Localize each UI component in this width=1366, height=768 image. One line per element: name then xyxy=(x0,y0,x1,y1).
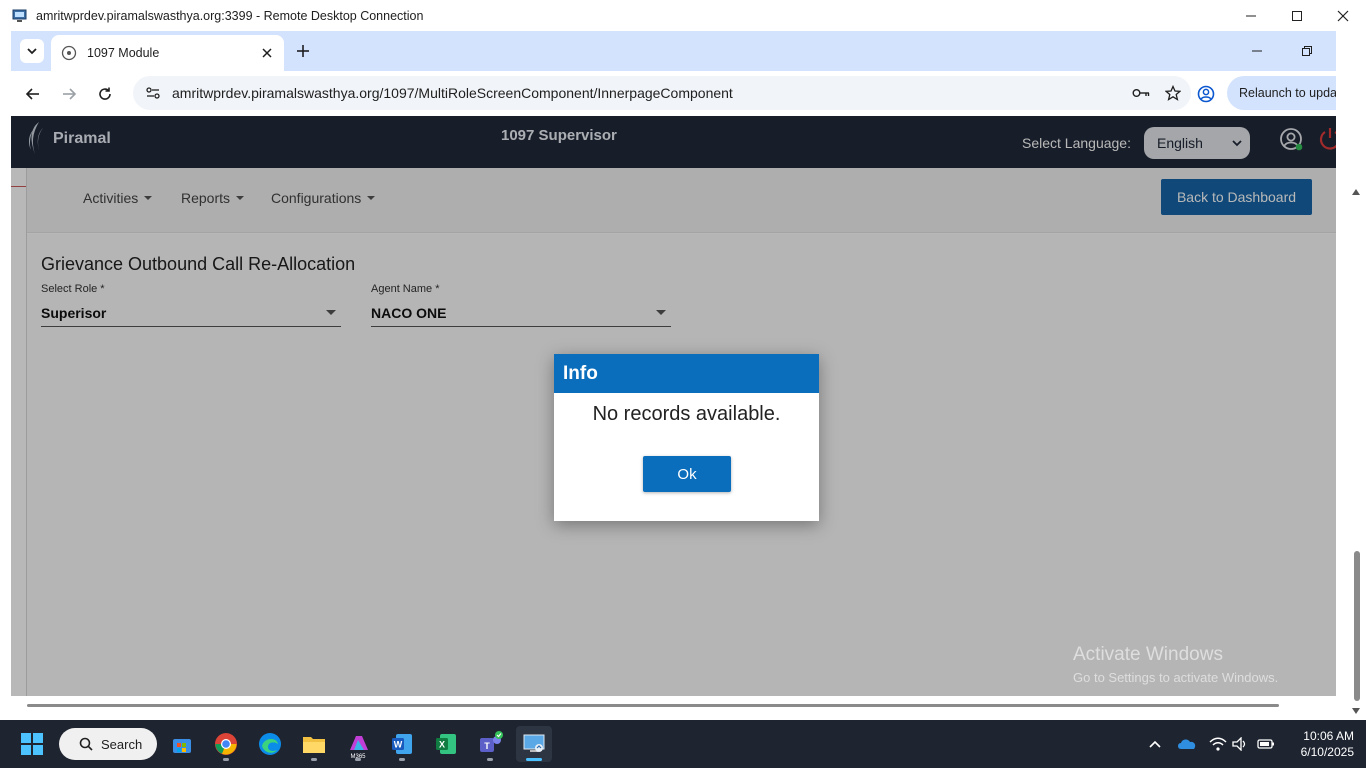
relaunch-update-button[interactable]: Relaunch to updat xyxy=(1227,76,1336,110)
svg-text:T: T xyxy=(484,741,490,751)
new-tab-button[interactable] xyxy=(291,39,315,63)
tab-title: 1097 Module xyxy=(87,46,160,60)
chrome-restore-button[interactable] xyxy=(1295,39,1319,63)
tab-close-icon[interactable] xyxy=(258,44,276,62)
arrow-right-icon xyxy=(63,88,77,100)
running-indicator xyxy=(223,758,229,761)
wifi-icon xyxy=(1209,737,1227,751)
word-icon: W xyxy=(392,734,412,754)
bookmark-star-icon[interactable] xyxy=(1159,79,1187,107)
minimize-icon xyxy=(1246,15,1256,16)
volume-tray[interactable] xyxy=(1231,734,1251,754)
chevron-down-icon xyxy=(27,48,37,55)
tab-strip: 1097 Module xyxy=(11,31,1336,71)
folder-icon xyxy=(303,737,325,753)
dialog-title: Info xyxy=(554,354,819,393)
vertical-scroll-thumb[interactable] xyxy=(1354,551,1360,701)
horizontal-scrollbar[interactable] xyxy=(11,696,1336,719)
search-label: Search xyxy=(101,736,143,752)
info-dialog: Info No records available. Ok xyxy=(554,354,819,521)
remote-desktop-icon xyxy=(523,734,545,752)
edge-icon xyxy=(259,733,281,755)
close-icon xyxy=(1337,10,1349,21)
running-indicator xyxy=(487,758,493,761)
taskbar-edge[interactable] xyxy=(252,726,288,762)
plus-icon xyxy=(297,45,309,57)
active-indicator xyxy=(526,758,542,761)
rdp-minimize-button[interactable] xyxy=(1228,0,1274,31)
rdp-title-bar: amritwprdev.piramalswasthya.org:3399 - R… xyxy=(0,0,1366,31)
back-button[interactable] xyxy=(21,82,45,106)
taskbar-excel[interactable]: X xyxy=(428,726,464,762)
show-hidden-icons-button[interactable] xyxy=(1145,734,1165,754)
browser-toolbar: amritwprdev.piramalswasthya.org/1097/Mul… xyxy=(11,71,1336,116)
taskbar-file-explorer[interactable] xyxy=(296,726,332,762)
site-info-icon[interactable] xyxy=(140,80,166,106)
dialog-message: No records available. xyxy=(592,403,781,425)
running-indicator xyxy=(355,758,361,761)
taskbar-teams[interactable]: T xyxy=(472,726,508,762)
horizontal-scroll-thumb[interactable] xyxy=(27,704,1279,707)
scroll-down-icon[interactable] xyxy=(1352,708,1360,714)
profile-button[interactable] xyxy=(1193,81,1219,107)
watermark-line-1: Activate Windows xyxy=(1073,644,1223,665)
windows-taskbar: Search M365 W X T 10:06 AM 6/10/2025 xyxy=(0,720,1366,768)
chevron-up-icon xyxy=(1149,740,1161,748)
address-bar[interactable]: amritwprdev.piramalswasthya.org/1097/Mul… xyxy=(133,76,1191,110)
ok-button[interactable]: Ok xyxy=(643,456,731,492)
password-key-icon[interactable] xyxy=(1127,79,1155,107)
taskbar-remote-desktop[interactable] xyxy=(516,726,552,762)
restore-icon xyxy=(1302,46,1312,56)
tab-search-button[interactable] xyxy=(20,39,44,63)
scroll-up-icon[interactable] xyxy=(1352,189,1360,195)
reload-button[interactable] xyxy=(93,82,117,106)
speaker-icon xyxy=(1232,737,1246,751)
onedrive-tray[interactable] xyxy=(1177,734,1197,754)
wifi-tray[interactable] xyxy=(1208,734,1228,754)
forward-button[interactable] xyxy=(57,82,81,106)
svg-text:W: W xyxy=(394,740,403,750)
maximize-icon xyxy=(1292,10,1302,21)
remote-desktop-icon xyxy=(12,9,27,22)
onedrive-icon xyxy=(1178,739,1196,749)
activate-windows-watermark: Activate Windows Go to Settings to activ… xyxy=(1073,644,1278,685)
search-icon xyxy=(79,737,93,751)
chrome-icon xyxy=(215,733,237,755)
running-indicator xyxy=(399,758,405,761)
rdp-window-title: amritwprdev.piramalswasthya.org:3399 - R… xyxy=(36,8,424,23)
svg-text:X: X xyxy=(439,740,445,750)
rdp-maximize-button[interactable] xyxy=(1274,0,1320,31)
watermark-line-2: Go to Settings to activate Windows. xyxy=(1073,670,1279,685)
arrow-left-icon xyxy=(25,88,39,100)
battery-icon xyxy=(1257,739,1274,749)
taskbar-m365[interactable]: M365 xyxy=(340,726,376,762)
rdp-close-button[interactable] xyxy=(1320,0,1366,31)
minimize-icon xyxy=(1252,50,1262,52)
browser-tab[interactable]: 1097 Module xyxy=(51,35,284,71)
taskbar-search[interactable]: Search xyxy=(59,728,157,760)
clock-date: 6/10/2025 xyxy=(1300,745,1354,759)
globe-icon xyxy=(61,45,77,61)
running-indicator xyxy=(311,758,317,761)
taskbar-word[interactable]: W xyxy=(384,726,420,762)
clock-time: 10:06 AM xyxy=(1303,729,1354,743)
battery-tray[interactable] xyxy=(1256,734,1276,754)
excel-icon: X xyxy=(436,734,456,754)
reload-icon xyxy=(99,87,111,100)
teams-icon: T xyxy=(480,731,503,752)
store-icon xyxy=(173,739,191,753)
chrome-minimize-button[interactable] xyxy=(1245,39,1269,63)
taskbar-store[interactable] xyxy=(164,726,200,762)
taskbar-chrome[interactable] xyxy=(208,726,244,762)
taskbar-clock[interactable]: 10:06 AM 6/10/2025 xyxy=(1284,728,1354,760)
m365-icon xyxy=(350,736,368,750)
start-button[interactable] xyxy=(14,726,50,762)
url-text: amritwprdev.piramalswasthya.org/1097/Mul… xyxy=(172,85,733,101)
vertical-scrollbar[interactable] xyxy=(1336,31,1366,719)
profile-icon xyxy=(1197,85,1215,103)
windows-logo-icon xyxy=(21,733,43,755)
